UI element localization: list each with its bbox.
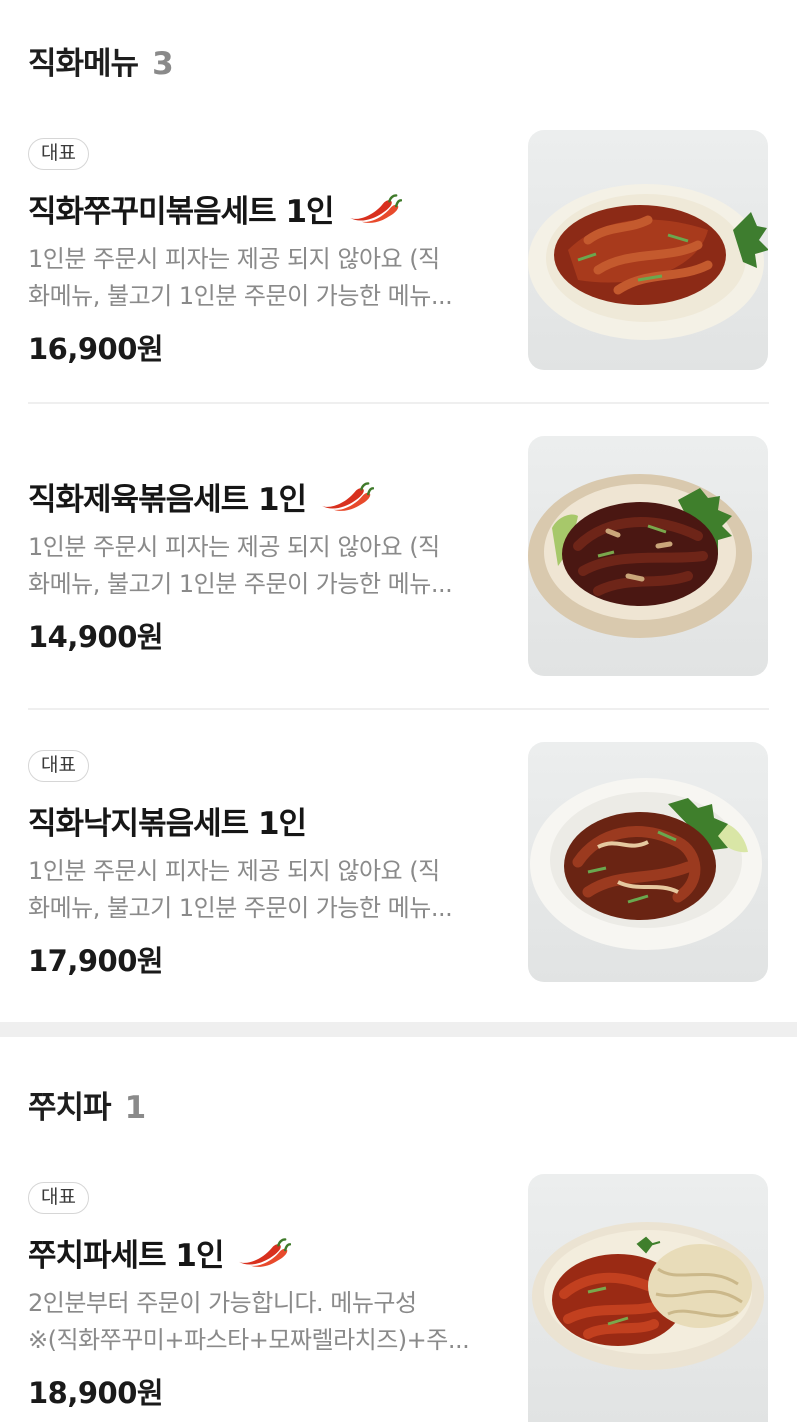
chili-pepper-icon: [233, 1236, 291, 1270]
food-photo[interactable]: [528, 742, 768, 982]
menu-item-name-text: 직화제육볶음세트 1인: [28, 482, 307, 518]
menu-item-price: 18,900원: [28, 1376, 164, 1410]
chili-pepper-icon: [344, 192, 402, 226]
food-photo[interactable]: [528, 1174, 768, 1422]
section-title: 쭈치파: [28, 1090, 112, 1126]
menu-item-price: 16,900원: [28, 332, 164, 366]
menu-item-jjuchipa-set[interactable]: 대표 쭈치파세트 1인 2인분부터 주문이 가능합니다. 메뉴구성 ※(직화쭈꾸…: [0, 1174, 797, 1422]
chili-pepper-icon: [316, 480, 374, 514]
menu-item-name-text: 직화쭈꾸미볶음세트 1인: [28, 194, 335, 230]
menu-item-small-octopus-set[interactable]: 대표 직화낙지볶음세트 1인 1인분 주문시 피자는 제공 되지 않아요 (직 …: [0, 742, 797, 1014]
signature-badge: 대표: [28, 138, 89, 170]
menu-item-webfoot-octopus-set[interactable]: 대표 직화쭈꾸미볶음세트 1인 1인분 주문시 피자는 제공 되지 않아요 (직…: [0, 130, 797, 402]
section-header: 쭈치파 1: [28, 1082, 146, 1127]
item-divider: [28, 708, 769, 710]
menu-item-name: 직화낙지볶음세트 1인: [28, 798, 307, 843]
menu-item-price: 17,900원: [28, 944, 164, 978]
item-divider: [28, 402, 769, 404]
food-photo[interactable]: [528, 436, 768, 676]
menu-item-spicy-pork-set[interactable]: 직화제육볶음세트 1인 1인분 주문시 피자는 제공 되지 않아요 (직 화메뉴…: [0, 436, 797, 708]
menu-item-name-text: 직화낙지볶음세트 1인: [28, 806, 307, 842]
menu-item-description: 1인분 주문시 피자는 제공 되지 않아요 (직 화메뉴, 불고기 1인분 주문…: [28, 529, 483, 603]
description-line: 화메뉴, 불고기 1인분 주문이 가능한 메뉴...: [28, 570, 453, 598]
section-separator: [0, 1022, 797, 1037]
section-count: 3: [152, 46, 174, 82]
signature-badge: 대표: [28, 1182, 89, 1214]
description-line: 화메뉴, 불고기 1인분 주문이 가능한 메뉴...: [28, 282, 453, 310]
section-title: 직화메뉴: [28, 46, 139, 82]
description-line: 2인분부터 주문이 가능합니다. 메뉴구성: [28, 1289, 417, 1317]
section-count: 1: [124, 1090, 147, 1126]
menu-item-description: 1인분 주문시 피자는 제공 되지 않아요 (직 화메뉴, 불고기 1인분 주문…: [28, 241, 483, 315]
description-line: 1인분 주문시 피자는 제공 되지 않아요 (직: [28, 857, 440, 885]
section-header: 직화메뉴 3: [28, 38, 174, 83]
description-line: 1인분 주문시 피자는 제공 되지 않아요 (직: [28, 245, 440, 273]
description-line: 1인분 주문시 피자는 제공 되지 않아요 (직: [28, 533, 440, 561]
menu-item-name: 쭈치파세트 1인: [28, 1230, 291, 1275]
menu-item-description: 1인분 주문시 피자는 제공 되지 않아요 (직 화메뉴, 불고기 1인분 주문…: [28, 853, 483, 927]
menu-item-price: 14,900원: [28, 620, 164, 654]
menu-item-name: 직화제육볶음세트 1인: [28, 474, 374, 519]
menu-item-name: 직화쭈꾸미볶음세트 1인: [28, 186, 402, 231]
menu-item-description: 2인분부터 주문이 가능합니다. 메뉴구성 ※(직화쭈꾸미+파스타+모짜렐라치즈…: [28, 1285, 483, 1359]
description-line: ※(직화쭈꾸미+파스타+모짜렐라치즈)+주...: [28, 1326, 470, 1354]
food-photo[interactable]: [528, 130, 768, 370]
signature-badge: 대표: [28, 750, 89, 782]
description-line: 화메뉴, 불고기 1인분 주문이 가능한 메뉴...: [28, 894, 453, 922]
menu-item-name-text: 쭈치파세트 1인: [28, 1238, 224, 1274]
